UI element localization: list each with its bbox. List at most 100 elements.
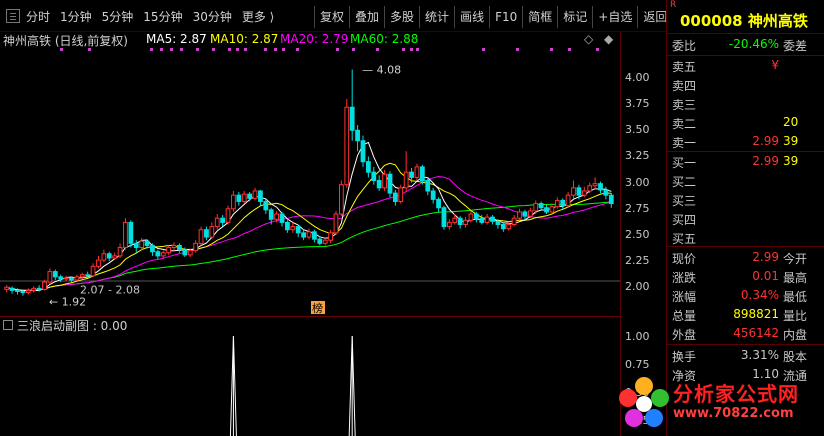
diamond-icon[interactable]: ◇ xyxy=(584,32,593,46)
sell-volume: 20 xyxy=(783,115,799,129)
webi-value: -20.46% xyxy=(728,37,779,51)
candle-body xyxy=(527,210,533,217)
candle-body xyxy=(322,239,328,244)
stock-code-name[interactable]: 000008 神州高铁 xyxy=(680,10,808,31)
candle-body xyxy=(117,247,123,257)
simple-frame-button[interactable]: 简框 xyxy=(522,6,557,28)
candle-body xyxy=(441,207,447,228)
divider xyxy=(667,344,824,345)
candle-body xyxy=(25,289,31,294)
candle-body xyxy=(522,211,528,217)
event-marker xyxy=(180,48,183,51)
period-1min[interactable]: 1分钟 xyxy=(60,8,92,25)
candle-body xyxy=(603,189,609,196)
event-marker xyxy=(516,48,519,51)
event-marker xyxy=(296,48,299,51)
event-marker xyxy=(212,48,215,51)
period-intraday[interactable]: 分时 xyxy=(26,8,50,25)
tool-bar: 复权 叠加 多股 统计 画线 F10 简框 标记 +自选 返回 xyxy=(314,6,672,28)
candle-body xyxy=(263,200,269,211)
mark-button[interactable]: 标记 xyxy=(557,6,592,28)
buy-row: 买三 xyxy=(667,192,824,209)
event-marker xyxy=(244,48,247,51)
event-marker xyxy=(228,48,231,51)
top-toolbar: 分时 1分钟 5分钟 15分钟 30分钟 更多 ⟩ 复权 叠加 多股 统计 画线… xyxy=(0,0,667,32)
quote-panel: R 000008 神州高铁 委比 -20.46% 委差 卖五 ¥ 卖四 卖三 卖二 20 卖… xyxy=(666,0,824,436)
add-watchlist-button[interactable]: +自选 xyxy=(592,6,637,28)
buy-level-label: 买四 xyxy=(672,213,697,227)
candle-body xyxy=(457,217,463,225)
candlesticks xyxy=(4,69,614,296)
candle-body xyxy=(473,213,479,219)
stat-value: 898821 xyxy=(733,307,779,321)
quote-title-row: R 000008 神州高铁 xyxy=(667,0,824,30)
candle-body xyxy=(274,213,280,220)
stat-label-2: 股本 xyxy=(783,350,808,364)
buy-level-label: 买五 xyxy=(672,232,697,246)
candle-body xyxy=(387,173,393,194)
event-marker xyxy=(60,48,63,51)
buy-row: 买五 xyxy=(667,230,824,247)
period-30min[interactable]: 30分钟 xyxy=(193,8,232,25)
overlay-button[interactable]: 叠加 xyxy=(349,6,384,28)
event-marker xyxy=(596,48,599,51)
period-more[interactable]: 更多 ⟩ xyxy=(242,8,275,25)
candle-body xyxy=(317,238,323,244)
range-label: 2.07 - 2.08 xyxy=(80,283,140,296)
candle-body xyxy=(85,274,91,277)
ma5-label: MA5: 2.87 xyxy=(146,32,207,46)
price-tick-label: 2.50 xyxy=(625,227,650,241)
candle-body xyxy=(63,277,69,280)
sell-row: 卖一 2.99 39 xyxy=(667,134,824,151)
sub-indicator-chart[interactable] xyxy=(0,332,620,436)
candle-body xyxy=(160,252,166,257)
price-tick-label: 2.25 xyxy=(625,254,650,268)
candle-body xyxy=(96,259,101,267)
price-chart[interactable]: — 4.08 ← 1.922.07 - 2.08 榜 xyxy=(0,48,620,316)
stat-value: 0.01 xyxy=(752,269,779,283)
price-tick-label: 2.75 xyxy=(625,201,650,215)
indicator-toggle-icon[interactable] xyxy=(3,320,13,330)
candle-body xyxy=(182,249,188,256)
restore-rights-button[interactable]: 复权 xyxy=(314,6,349,28)
candle-body xyxy=(414,166,420,178)
price-tick-label: 2.00 xyxy=(625,280,650,294)
candle-body xyxy=(392,192,398,202)
buy-level-label: 买三 xyxy=(672,194,697,208)
candle-body xyxy=(31,287,37,291)
candle-body xyxy=(204,229,209,238)
stat-row: 总量 898821 量比 xyxy=(667,307,824,324)
candle-body xyxy=(365,161,371,173)
candle-body xyxy=(452,217,458,223)
settings-diamond-icon[interactable]: ◆ xyxy=(604,32,613,46)
candle-body xyxy=(436,198,441,209)
buy-row: 买四 xyxy=(667,211,824,228)
candle-body xyxy=(74,276,80,281)
candle-body xyxy=(425,180,431,192)
candle-body xyxy=(409,171,414,178)
candle-body xyxy=(419,166,425,182)
watermark-text: 分析家公式网 xyxy=(673,382,799,406)
period-5min[interactable]: 5分钟 xyxy=(102,8,134,25)
candle-body xyxy=(398,187,404,202)
candle-body xyxy=(598,183,603,191)
draw-line-button[interactable]: 画线 xyxy=(454,6,489,28)
candle-body xyxy=(339,184,344,215)
candle-body xyxy=(511,217,517,225)
event-markers xyxy=(60,48,599,51)
f10-button[interactable]: F10 xyxy=(489,6,522,28)
event-marker xyxy=(88,48,91,51)
multi-stock-button[interactable]: 多股 xyxy=(384,6,419,28)
chart-header: 神州高铁 (日线,前复权) MA5: 2.87 MA10: 2.87 MA20:… xyxy=(0,32,666,48)
stock-title: 神州高铁 (日线,前复权) xyxy=(3,34,128,48)
period-15min[interactable]: 15分钟 xyxy=(143,8,182,25)
price-tick-label: 3.25 xyxy=(625,149,650,163)
statistics-button[interactable]: 统计 xyxy=(419,6,454,28)
candle-body xyxy=(565,194,571,207)
candle-body xyxy=(333,213,339,234)
candle-body xyxy=(608,194,614,205)
event-marker xyxy=(416,48,419,51)
menu-icon[interactable] xyxy=(6,9,20,23)
price-tick-label: 3.50 xyxy=(625,123,650,137)
event-marker xyxy=(482,48,485,51)
